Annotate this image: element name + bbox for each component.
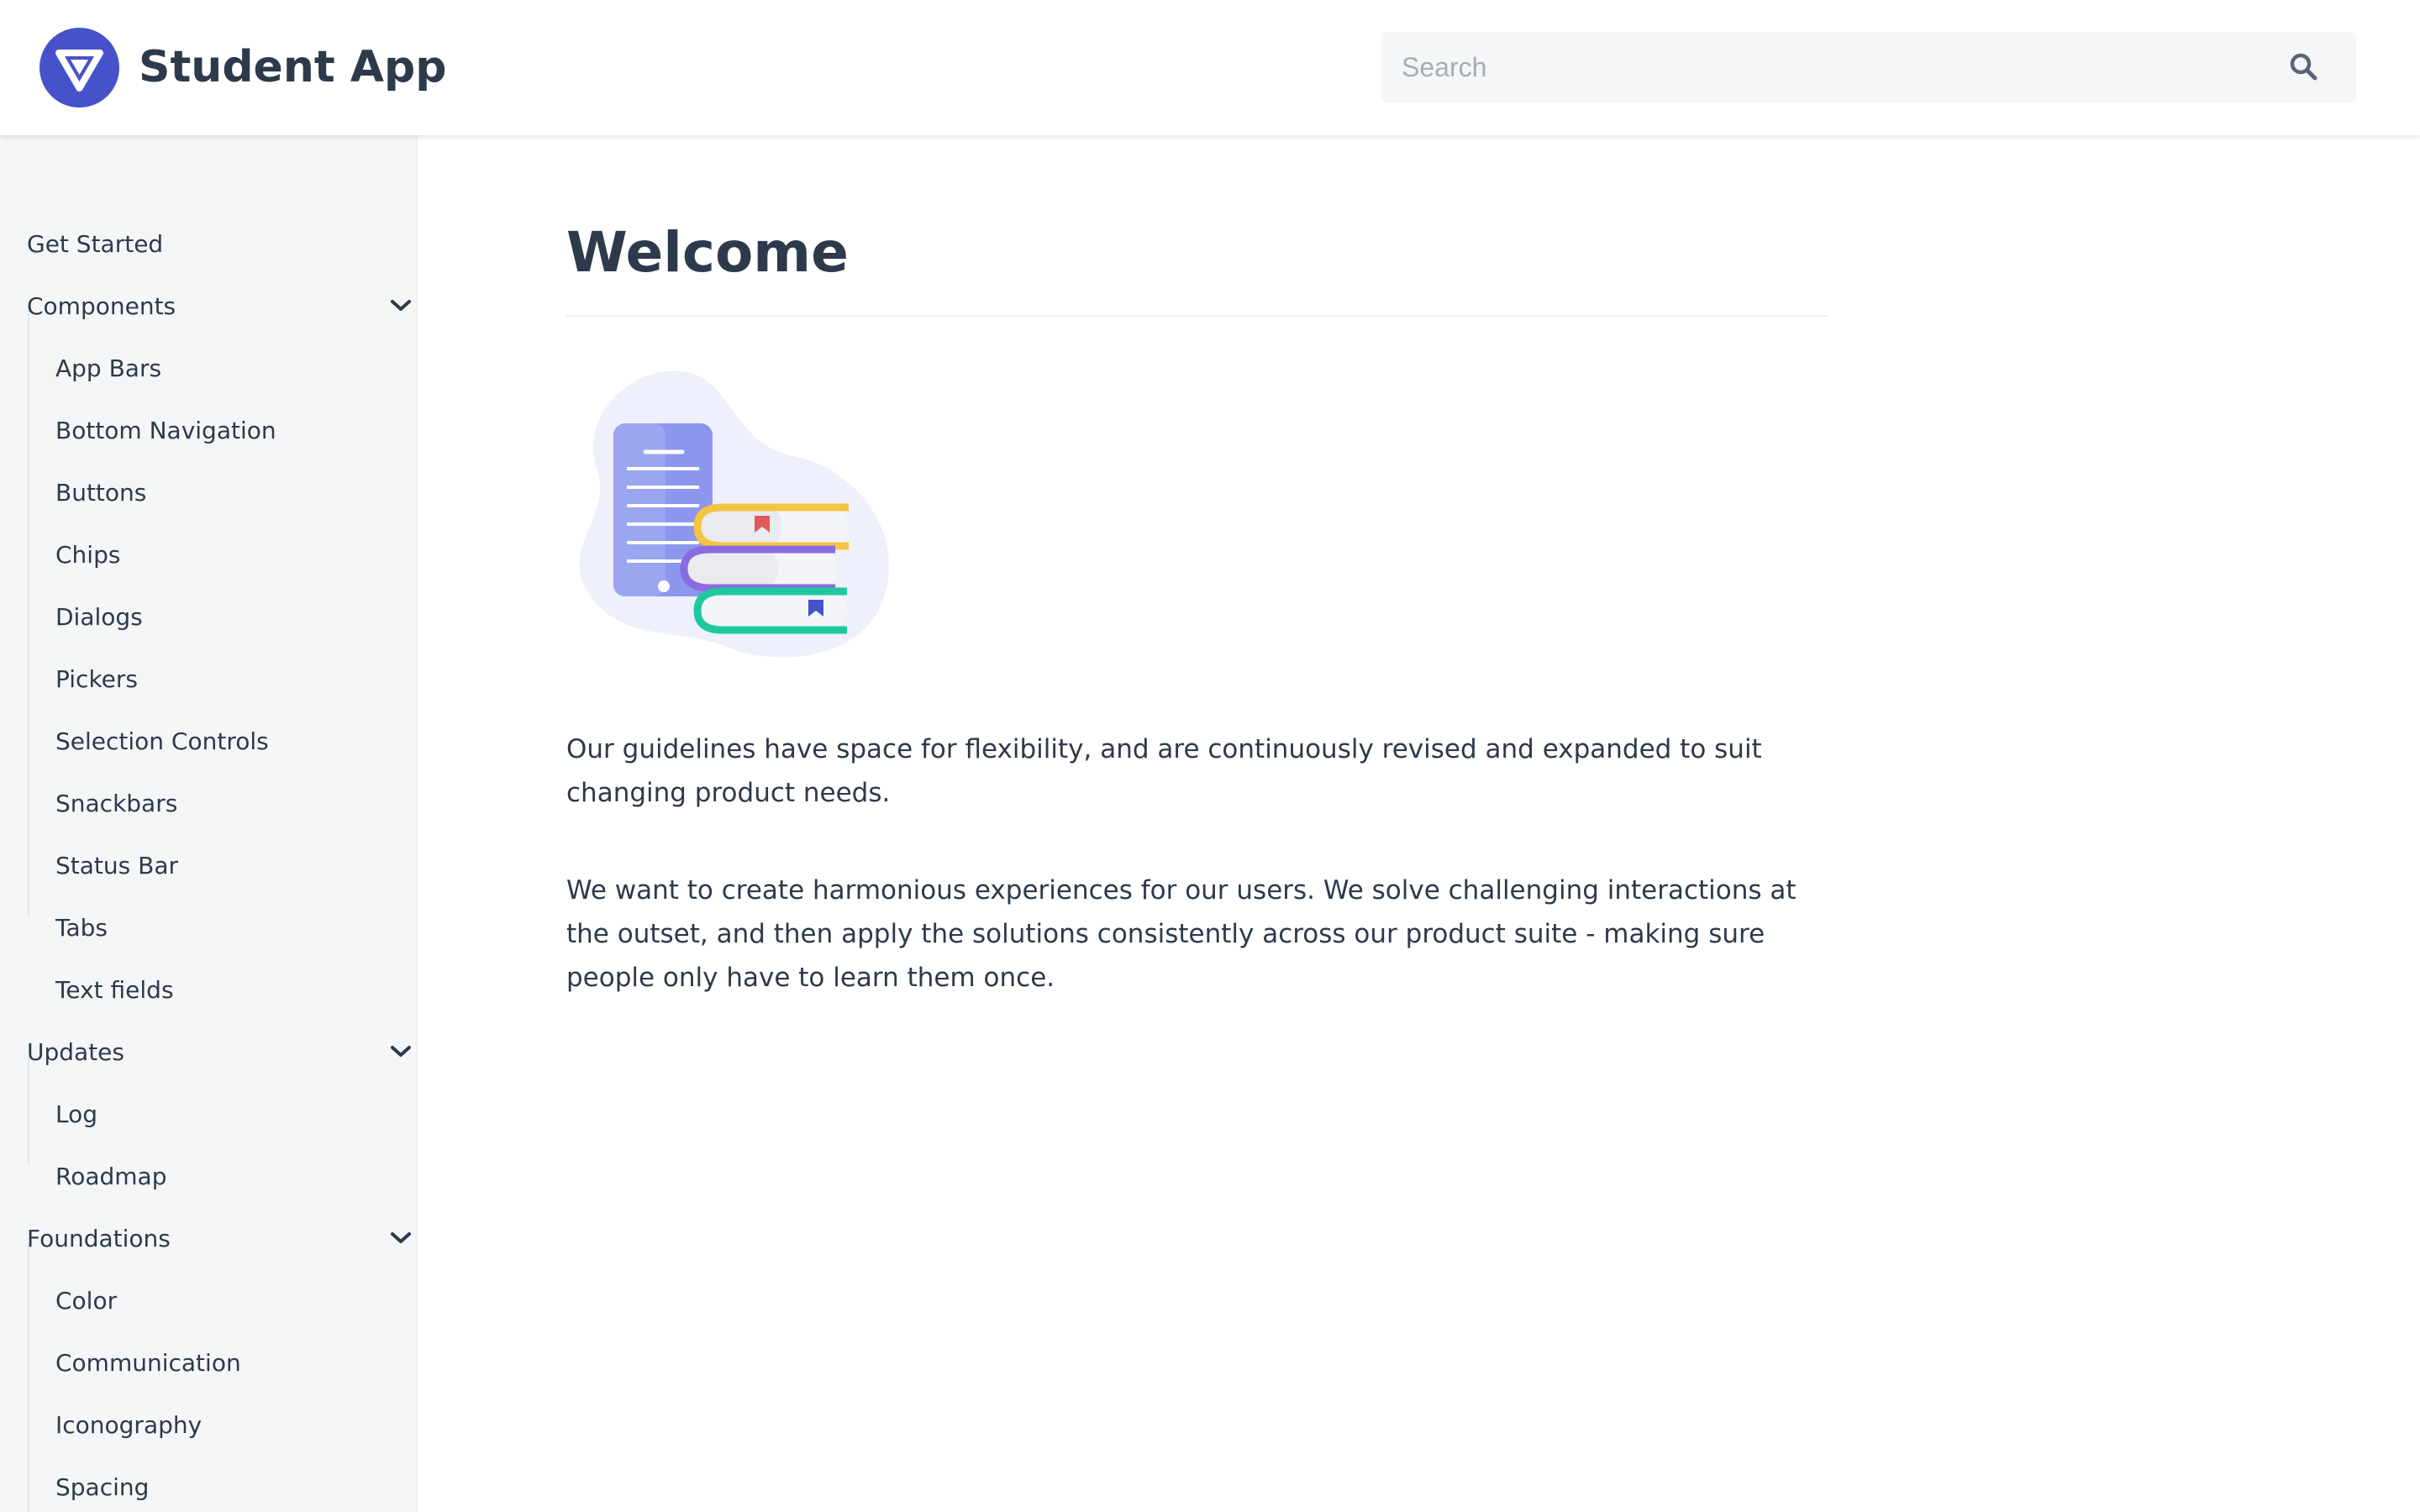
sidebar-item-label: Pickers <box>55 664 138 693</box>
sidebar-item-label: Communication <box>55 1348 241 1377</box>
sidebar-item-iconography[interactable]: Iconography <box>55 1399 392 1450</box>
app-title[interactable]: Student App <box>139 40 447 94</box>
sidebar-item-label: Chips <box>55 540 121 569</box>
sidebar-item-roadmap[interactable]: Roadmap <box>55 1151 392 1201</box>
sidebar-item-app-bars[interactable]: App Bars <box>55 343 392 393</box>
sidebar-item-label: Log <box>55 1100 98 1128</box>
sidebar-item-label: Status Bar <box>55 851 179 879</box>
sidebar-item-get-started[interactable]: Get Started <box>27 218 397 269</box>
sidebar-item-label: Components <box>27 291 176 320</box>
sidebar-item-chips[interactable]: Chips <box>55 529 392 580</box>
chevron-down-icon[interactable] <box>388 281 413 331</box>
sidebar-item-label: App Bars <box>55 354 162 382</box>
title-divider <box>566 315 1828 317</box>
sidebar-item-label: Buttons <box>55 478 147 507</box>
sidebar-item-label: Dialogs <box>55 602 143 631</box>
intro-paragraph: Our guidelines have space for flexibilit… <box>566 734 1762 808</box>
sidebar-item-buttons[interactable]: Buttons <box>55 467 392 517</box>
sidebar-item-label: Tabs <box>55 913 108 942</box>
sidebar-item-label: Text fields <box>55 975 174 1004</box>
components-guide-line <box>28 310 29 916</box>
sidebar-item-pickers[interactable]: Pickers <box>55 654 392 704</box>
app-header: Student App <box>0 0 2420 135</box>
sidebar-item-label: Color <box>55 1286 118 1315</box>
page-title: Welcome <box>566 220 849 285</box>
sidebar-item-tabs[interactable]: Tabs <box>55 902 392 953</box>
books-tablet-illustration <box>563 366 899 665</box>
sidebar-item-communication[interactable]: Communication <box>55 1337 392 1388</box>
sidebar-item-label: Get Started <box>27 229 164 258</box>
sidebar-nav: Get Started Components App Bars Bottom N… <box>0 135 418 1512</box>
sidebar-item-components[interactable]: Components <box>27 281 411 331</box>
sidebar-item-label: Selection Controls <box>55 727 269 755</box>
sidebar-item-updates[interactable]: Updates <box>27 1026 411 1077</box>
sidebar-item-status-bar[interactable]: Status Bar <box>55 840 392 890</box>
triangle-logo-icon[interactable] <box>39 28 119 108</box>
sidebar-item-log[interactable]: Log <box>55 1089 392 1139</box>
mission-paragraph: We want to create harmonious experiences… <box>566 875 1797 993</box>
sidebar-item-label: Spacing <box>55 1473 150 1501</box>
sidebar-item-text-fields[interactable]: Text fields <box>55 964 392 1015</box>
sidebar-item-label: Updates <box>27 1037 124 1066</box>
chevron-down-icon[interactable] <box>388 1213 413 1263</box>
sidebar-item-label: Foundations <box>27 1224 171 1252</box>
search-icon[interactable] <box>2287 50 2321 84</box>
sidebar-item-color[interactable]: Color <box>55 1275 392 1326</box>
sidebar-item-label: Bottom Navigation <box>55 416 276 444</box>
search-bar <box>1381 32 2356 102</box>
sidebar-item-spacing[interactable]: Spacing <box>55 1462 392 1512</box>
search-input[interactable] <box>1402 32 2259 102</box>
sidebar-item-label: Iconography <box>55 1410 203 1439</box>
sidebar-item-bottom-navigation[interactable]: Bottom Navigation <box>55 405 392 455</box>
sidebar-item-label: Snackbars <box>55 789 178 817</box>
sidebar-item-label: Roadmap <box>55 1162 167 1190</box>
sidebar-item-selection-controls[interactable]: Selection Controls <box>55 716 392 766</box>
chevron-down-icon[interactable] <box>388 1026 413 1077</box>
sidebar-item-snackbars[interactable]: Snackbars <box>55 778 392 828</box>
foundations-guide-line <box>28 1242 29 1512</box>
sidebar-item-foundations[interactable]: Foundations <box>27 1213 411 1263</box>
sidebar-item-dialogs[interactable]: Dialogs <box>55 591 392 642</box>
